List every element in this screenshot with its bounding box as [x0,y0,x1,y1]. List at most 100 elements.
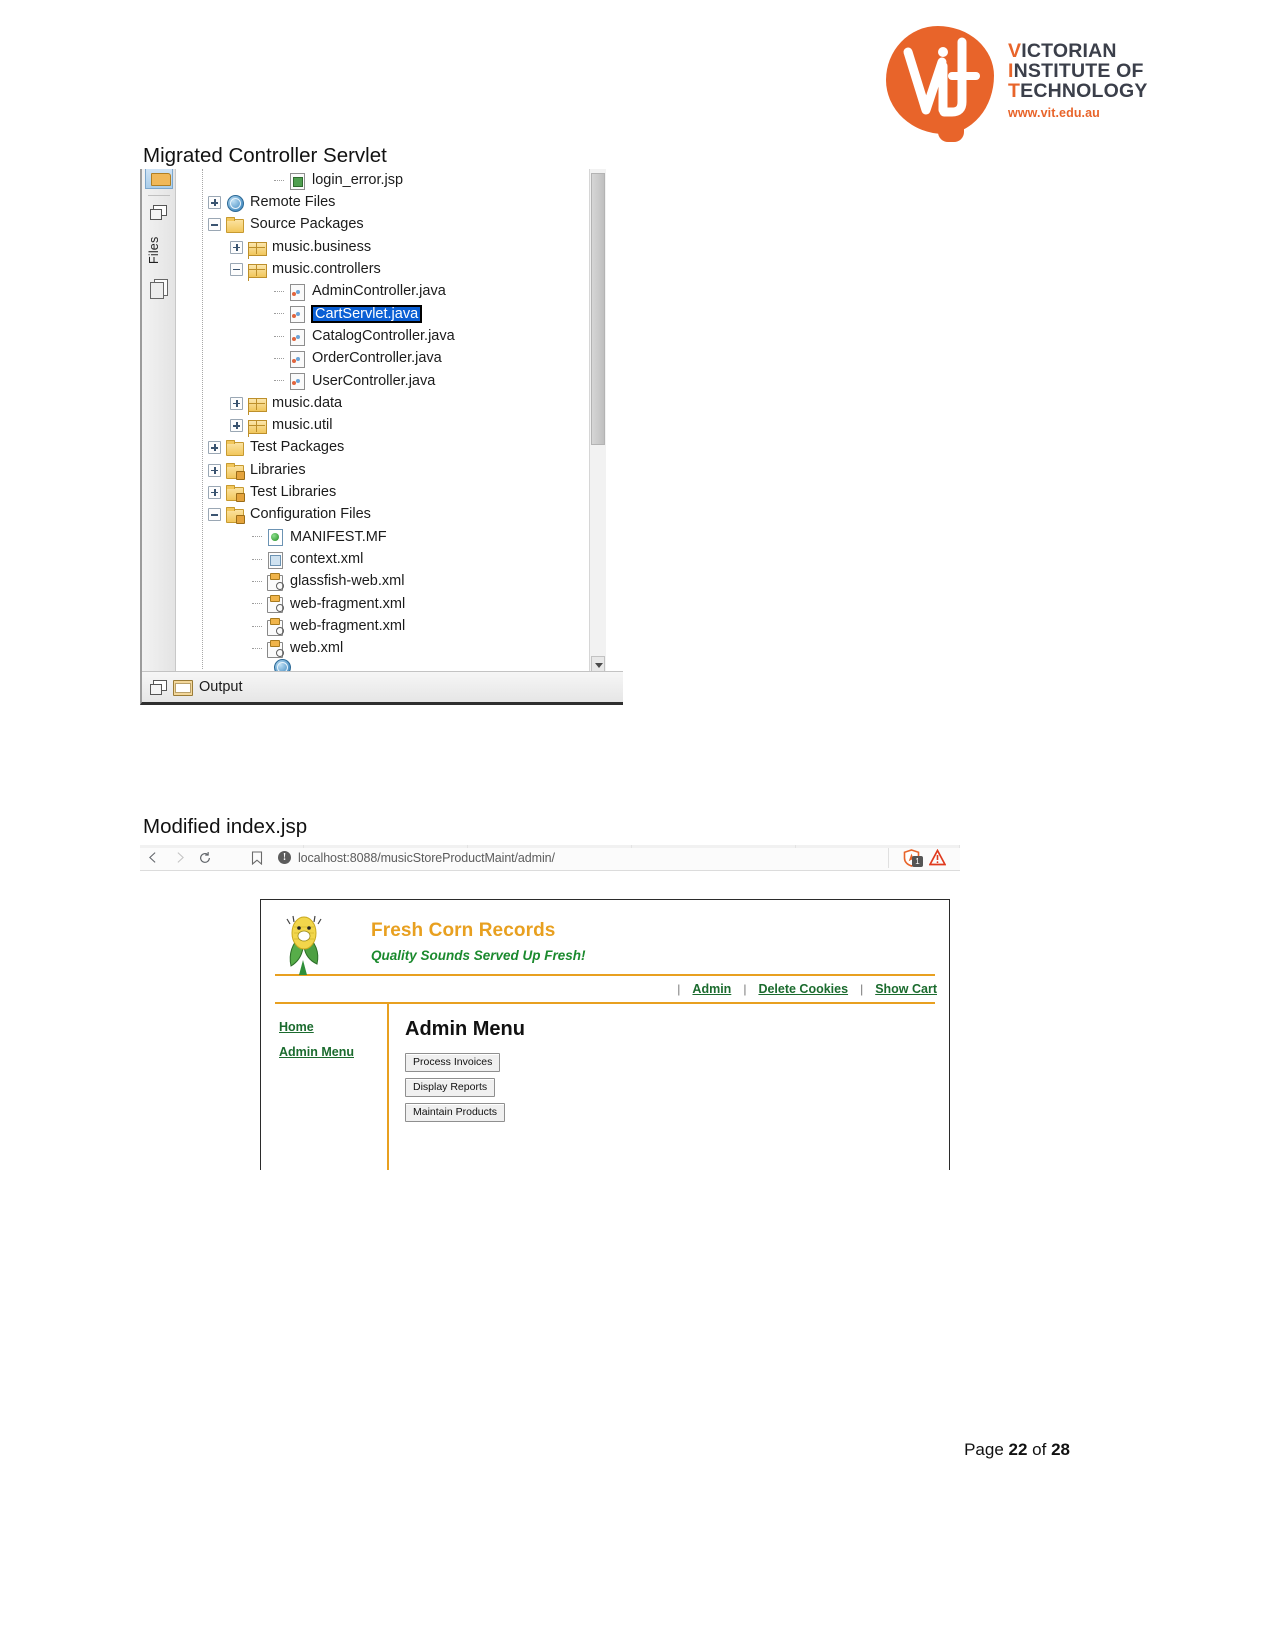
output-tab-label: Output [199,679,243,695]
jsp-file-icon [287,172,306,190]
display-reports-button[interactable]: Display Reports [405,1078,496,1098]
browser-extension-area: 1 [888,847,960,868]
reload-icon[interactable] [192,845,218,871]
tree-node[interactable]: music.controllers [176,258,606,280]
logo-line-3: TECHNOLOGY [1008,80,1148,103]
tree-branch-line [252,553,263,566]
context-xml-icon [265,551,284,569]
collapse-node-icon[interactable] [208,218,221,232]
projects-tab-icon[interactable] [145,169,173,189]
expand-node-icon[interactable] [208,441,221,455]
tree-node[interactable]: UserController.java [176,370,606,392]
scrollbar-thumb[interactable] [591,173,605,445]
collapse-node-icon[interactable] [230,262,243,276]
vit-logo-mark [886,26,998,142]
process-invoices-button[interactable]: Process Invoices [405,1053,501,1073]
tree-node-label: Source Packages [250,216,364,233]
warning-triangle-icon[interactable] [928,848,947,866]
tree-node[interactable]: AdminController.java [176,280,606,302]
tree-node[interactable]: music.util [176,414,606,436]
tree-node[interactable]: context.xml [176,548,606,570]
tree-node[interactable]: glassfish-web.xml [176,570,606,592]
logo-line-2-rest: NSTITUTE OF [1013,60,1144,83]
tree-node[interactable]: OrderController.java [176,347,606,369]
forward-arrow-icon[interactable] [166,845,192,871]
xml-file-icon [265,595,284,614]
nav-link-show-cart[interactable]: Show Cart [875,982,937,996]
expand-node-icon[interactable] [208,463,221,477]
tree-node[interactable]: Remote Files [176,191,606,213]
expand-node-icon[interactable] [230,396,243,410]
tree-branch-line [274,174,285,187]
output-window-icon [173,679,193,696]
documents-icon[interactable] [150,279,168,299]
site-info-icon[interactable]: ! [278,851,291,864]
server-resources-icon [272,658,291,672]
files-tab-label[interactable]: Files [147,227,169,273]
maintain-products-button[interactable]: Maintain Products [405,1103,506,1123]
section-heading-migrated-controller-servlet: Migrated Controller Servlet [143,144,387,167]
section-heading-modified-index-jsp: Modified index.jsp [143,815,308,838]
scroll-down-arrow-icon[interactable] [591,656,605,672]
site-main: Home Admin Menu Admin Menu Process Invoic… [261,1004,949,1170]
collapse-node-icon[interactable] [208,508,221,522]
sidebar-link-admin-menu[interactable]: Admin Menu [279,1045,387,1059]
tree-node-label: web.xml [290,640,344,657]
folder-icon [225,216,244,234]
tree-node[interactable]: CartServlet.java [176,303,606,325]
tree-node[interactable]: music.data [176,392,606,414]
tree-node-label: CartServlet.java [310,304,423,324]
expand-node-icon[interactable] [230,418,243,432]
back-arrow-icon[interactable] [140,845,166,871]
tree-branch-line [252,597,263,610]
browser-viewport: Fresh Corn Records Quality Sounds Served… [140,871,960,1170]
tree-branch-line [274,330,285,343]
bookmark-icon[interactable] [246,850,268,865]
nav-link-admin[interactable]: Admin [692,982,731,996]
site-branding: Fresh Corn Records Quality Sounds Served… [371,914,586,963]
expand-node-icon[interactable] [208,195,221,209]
tree-node[interactable]: Libraries [176,459,606,481]
site-sidebar-nav: Home Admin Menu [261,1004,389,1170]
tree-node[interactable]: Source Packages [176,214,606,236]
document-page: VICTORIAN INSTITUTE OF TECHNOLOGY www.vi… [0,0,1275,1651]
logo-line-3-initial: T [1008,80,1021,103]
tree-node[interactable]: Test Libraries [176,481,606,503]
tab-strip-segment [304,845,468,848]
tree-node[interactable]: web-fragment.xml [176,593,606,615]
tree-node[interactable]: Configuration Files [176,503,606,525]
admin-action-buttons: Process Invoices Display Reports Maintain … [405,1053,949,1123]
tree-node[interactable]: web-fragment.xml [176,615,606,637]
folder-icon [225,484,245,502]
output-dock-icon[interactable] [150,680,167,695]
project-tree[interactable]: login_error.jsp Remote Files Source Packag… [176,169,606,674]
adblock-shield-icon[interactable]: 1 [903,848,923,867]
output-window-tab[interactable]: Output [142,671,623,702]
tree-node-label: UserController.java [312,372,436,389]
vit-logo: VICTORIAN INSTITUTE OF TECHNOLOGY www.vi… [886,24,1147,144]
tree-node[interactable]: MANIFEST.MF [176,526,606,548]
tree-vertical-scrollbar[interactable] [589,169,606,674]
logo-line-1-rest: ICTORIAN [1021,40,1117,63]
tree-node-label: MANIFEST.MF [290,528,387,545]
sidebar-link-home[interactable]: Home [279,1020,387,1034]
corn-mascot-icon [286,915,322,975]
expand-node-icon[interactable] [208,485,221,499]
tree-node[interactable]: web.xml [176,637,606,659]
tree-branch-line [252,620,263,633]
browser-toolbar: ! localhost:8088/musicStoreProductMaint/… [140,845,960,871]
tree-node-label: music.data [272,394,343,411]
xml-file-icon [265,572,284,591]
tree-node[interactable]: CatalogController.java [176,325,606,347]
tree-node-label: OrderController.java [312,350,442,367]
folder-icon [225,439,244,457]
java-class-icon [287,372,306,391]
address-bar[interactable]: ! localhost:8088/musicStoreProductMaint/… [278,851,888,865]
windows-stack-icon[interactable] [150,205,167,220]
tree-node[interactable]: Test Packages [176,437,606,459]
expand-node-icon[interactable] [230,240,243,254]
tree-node[interactable]: login_error.jsp [176,169,606,191]
nav-link-delete-cookies[interactable]: Delete Cookies [758,982,848,996]
nav-separator: | [677,982,681,996]
tree-node[interactable]: music.business [176,236,606,258]
